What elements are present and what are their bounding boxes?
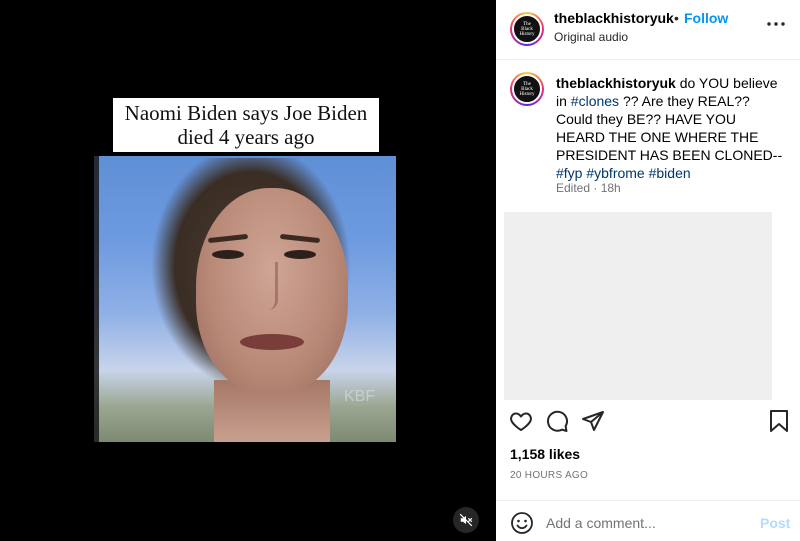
post-sidebar: The Black History theblackhistoryuk • Foll… xyxy=(496,0,800,541)
post-button[interactable]: Post xyxy=(760,515,790,531)
caption-avatar[interactable]: The Black History xyxy=(510,72,544,106)
likes-count[interactable]: 1,158 likes xyxy=(510,446,580,462)
save-button[interactable] xyxy=(766,408,792,434)
bookmark-icon xyxy=(770,410,788,432)
muted-speaker-icon xyxy=(459,513,473,527)
video-caption-overlay: Naomi Biden says Joe Biden died 4 years … xyxy=(113,98,379,152)
emoji-button[interactable] xyxy=(510,511,534,535)
video-caption-line2: died 4 years ago xyxy=(177,125,315,149)
hashtag-link[interactable]: #ybfrome xyxy=(586,165,644,181)
video-player[interactable]: KBF Naomi Biden says Joe Biden died 4 ye… xyxy=(0,0,496,541)
like-button[interactable] xyxy=(508,408,534,434)
audio-label[interactable]: Original audio xyxy=(554,30,628,44)
comment-button[interactable] xyxy=(544,408,570,434)
caption-username[interactable]: theblackhistoryuk xyxy=(556,75,676,91)
caption-text: theblackhistoryuk do YOU believe in #clo… xyxy=(556,75,783,181)
mute-button[interactable] xyxy=(453,507,479,533)
avatar[interactable]: The Black History xyxy=(510,12,544,46)
emoji-icon xyxy=(511,512,533,534)
comments-placeholder xyxy=(504,212,772,400)
hashtag-link[interactable]: #fyp xyxy=(556,165,582,181)
comment-icon xyxy=(547,410,568,432)
header-username[interactable]: theblackhistoryuk xyxy=(554,10,674,26)
comment-input[interactable] xyxy=(546,512,746,534)
caption-meta: Edited · 18h xyxy=(556,181,621,195)
more-options-button[interactable] xyxy=(766,14,786,34)
post-header: The Black History theblackhistoryuk • Foll… xyxy=(496,0,800,60)
hashtag-link[interactable]: #clones xyxy=(571,93,619,109)
hashtag-link[interactable]: #biden xyxy=(649,165,691,181)
share-icon xyxy=(582,411,604,431)
avatar-logo-text: The Black History xyxy=(519,21,535,37)
follow-button[interactable]: Follow xyxy=(684,10,728,26)
heart-icon xyxy=(510,412,532,431)
comment-bar: Post xyxy=(496,500,800,541)
video-caption-line1: Naomi Biden says Joe Biden xyxy=(124,100,368,125)
action-bar xyxy=(496,404,800,438)
share-button[interactable] xyxy=(580,408,606,434)
more-icon xyxy=(767,22,785,26)
video-watermark: KBF xyxy=(344,388,376,405)
post-timestamp: 20 HOURS AGO xyxy=(510,470,589,481)
separator-dot: • xyxy=(674,10,679,26)
